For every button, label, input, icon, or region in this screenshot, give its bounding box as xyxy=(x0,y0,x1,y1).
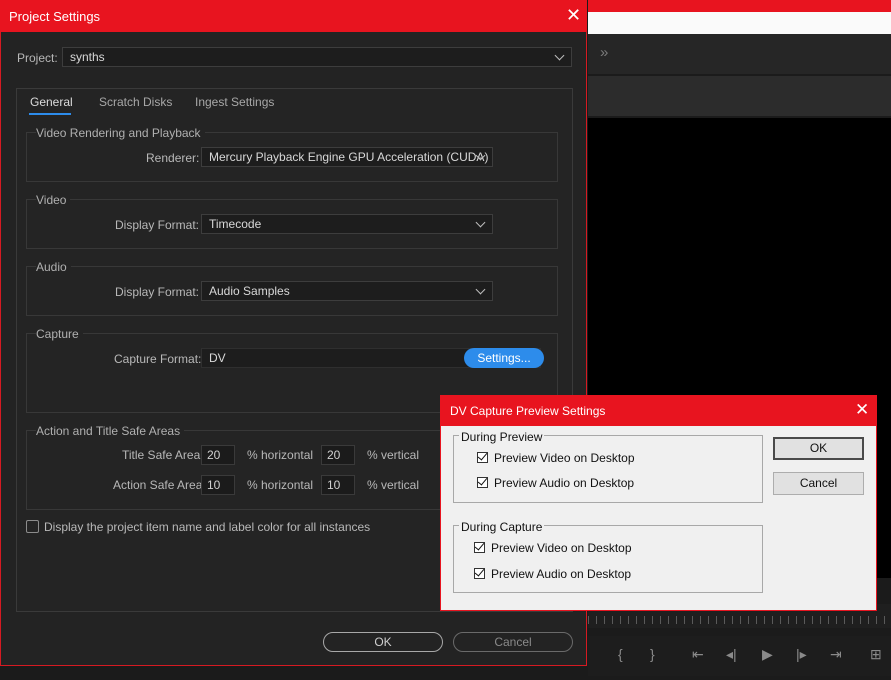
tab-scratch-disks[interactable]: Scratch Disks xyxy=(99,95,172,109)
checkmark-icon xyxy=(477,475,488,486)
preview-audio-label: Preview Audio on Desktop xyxy=(494,476,635,490)
chevron-down-icon xyxy=(475,217,486,228)
mark-out-icon[interactable]: } xyxy=(650,646,655,662)
preview-video-checkbox[interactable] xyxy=(477,450,488,463)
dv-dialog-title: DV Capture Preview Settings xyxy=(450,404,606,418)
checkmark-icon xyxy=(477,450,488,461)
dialog-title: Project Settings xyxy=(9,9,101,24)
close-icon[interactable]: ✕ xyxy=(855,401,869,418)
renderer-select[interactable]: Mercury Playback Engine GPU Acceleration… xyxy=(201,147,493,167)
step-forward-icon[interactable]: |▸ xyxy=(796,646,807,663)
audio-display-format-value: Audio Samples xyxy=(209,284,290,298)
capture-video-label: Preview Video on Desktop xyxy=(491,541,632,555)
capture-audio-checkbox[interactable] xyxy=(474,566,485,579)
safe-areas-title: Action and Title Safe Areas xyxy=(36,424,185,438)
display-item-name-label: Display the project item name and label … xyxy=(44,520,371,534)
during-preview-legend: During Preview xyxy=(459,430,545,444)
video-display-format-label: Display Format: xyxy=(115,218,200,232)
ok-button[interactable]: OK xyxy=(323,632,443,652)
action-safe-horizontal-unit: % horizontal xyxy=(247,478,314,492)
video-display-format-value: Timecode xyxy=(209,217,262,231)
preview-audio-checkbox[interactable] xyxy=(477,475,488,488)
play-icon[interactable]: ▶ xyxy=(762,646,773,663)
action-safe-vertical-unit: % vertical xyxy=(367,478,420,492)
during-preview-group xyxy=(453,435,763,503)
close-icon[interactable]: ✕ xyxy=(566,6,581,24)
project-select-value: synths xyxy=(70,50,105,64)
dv-ok-button[interactable]: OK xyxy=(773,437,864,460)
capture-audio-label: Preview Audio on Desktop xyxy=(491,567,632,581)
action-safe-vertical-input[interactable]: 10 xyxy=(321,475,355,495)
renderer-select-value: Mercury Playback Engine GPU Acceleration… xyxy=(209,150,489,164)
title-safe-horizontal-input[interactable]: 20 xyxy=(201,445,235,465)
transport-bar xyxy=(588,636,891,676)
app-title-bar xyxy=(588,0,891,12)
project-settings-title-bar[interactable]: Project Settings xyxy=(0,0,587,32)
audio-display-format-label: Display Format: xyxy=(115,285,200,299)
checkmark-icon xyxy=(474,566,485,577)
display-item-name-checkbox[interactable] xyxy=(26,520,39,533)
overflow-chevron-icon[interactable]: » xyxy=(600,44,609,61)
dv-dialog-title-bar[interactable]: DV Capture Preview Settings ✕ xyxy=(441,396,876,426)
chevron-down-icon xyxy=(475,284,486,295)
capture-video-checkbox[interactable] xyxy=(474,540,485,553)
title-safe-vertical-input[interactable]: 20 xyxy=(321,445,355,465)
capture-format-label: Capture Format: xyxy=(114,352,202,366)
video-group-title: Video xyxy=(36,193,71,207)
capture-format-value: DV xyxy=(209,351,226,365)
checkmark-icon xyxy=(474,540,485,551)
during-capture-group xyxy=(453,525,763,593)
cancel-button[interactable]: Cancel xyxy=(453,632,573,652)
action-safe-horizontal-input[interactable]: 10 xyxy=(201,475,235,495)
title-safe-label: Title Safe Area xyxy=(122,448,201,462)
active-tab-indicator xyxy=(29,113,71,115)
audio-group-title: Audio xyxy=(36,260,71,274)
mark-in-icon[interactable]: { xyxy=(618,646,623,662)
capture-group-title: Capture xyxy=(36,327,83,341)
action-safe-label: Action Safe Area xyxy=(113,478,203,492)
title-safe-vertical-unit: % vertical xyxy=(367,448,420,462)
renderer-label: Renderer: xyxy=(146,151,200,165)
preview-video-label: Preview Video on Desktop xyxy=(494,451,635,465)
during-capture-legend: During Capture xyxy=(459,520,545,534)
insert-icon[interactable]: ⊞ xyxy=(870,646,882,663)
video-rendering-title: Video Rendering and Playback xyxy=(36,126,205,140)
tab-ingest-settings[interactable]: Ingest Settings xyxy=(195,95,274,109)
panel-header-strip xyxy=(588,76,891,116)
dv-cancel-button[interactable]: Cancel xyxy=(773,472,864,495)
title-safe-horizontal-unit: % horizontal xyxy=(247,448,314,462)
go-to-out-icon[interactable]: ⇥ xyxy=(830,646,842,663)
audio-display-format-select[interactable]: Audio Samples xyxy=(201,281,493,301)
go-to-in-icon[interactable]: ⇤ xyxy=(692,646,704,663)
chevron-down-icon xyxy=(554,50,565,61)
step-back-icon[interactable]: ◂| xyxy=(726,646,737,663)
app-menu-strip xyxy=(588,12,891,34)
project-label: Project: xyxy=(17,51,58,65)
tab-general[interactable]: General xyxy=(30,95,73,109)
video-display-format-select[interactable]: Timecode xyxy=(201,214,493,234)
project-select[interactable]: synths xyxy=(62,47,572,67)
dv-capture-preview-dialog: DV Capture Preview Settings ✕ During Pre… xyxy=(440,395,877,611)
app-toolbar xyxy=(588,34,891,74)
capture-settings-button[interactable]: Settings... xyxy=(464,348,544,368)
